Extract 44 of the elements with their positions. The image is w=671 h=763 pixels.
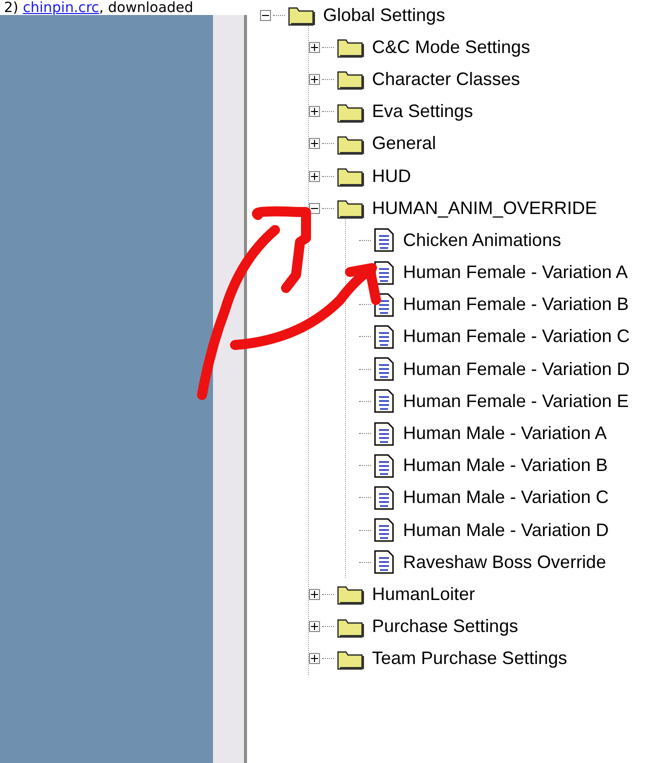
document-icon bbox=[373, 484, 395, 511]
folder-label[interactable]: C&C Mode Settings bbox=[372, 36, 530, 58]
expand-toggle[interactable] bbox=[309, 42, 320, 53]
document-icon bbox=[373, 227, 395, 254]
document-label[interactable]: Human Male - Variation C bbox=[403, 487, 609, 508]
document-icon bbox=[373, 324, 395, 350]
caption-text: , downloaded bbox=[99, 0, 194, 15]
document-label[interactable]: Human Female - Variation B bbox=[403, 294, 629, 316]
folder-label[interactable]: Team Purchase Settings bbox=[372, 648, 568, 670]
folder-label[interactable]: General bbox=[372, 133, 436, 154]
folder-label[interactable]: Character Classes bbox=[372, 68, 520, 90]
document-icon bbox=[373, 549, 395, 576]
document-label[interactable]: Human Male - Variation B bbox=[403, 455, 608, 476]
document-label[interactable]: Raveshaw Boss Override bbox=[403, 552, 606, 573]
document-label[interactable]: Human Female - Variation E bbox=[403, 390, 629, 412]
expand-toggle[interactable] bbox=[309, 170, 320, 182]
document-label[interactable]: Human Female - Variation C bbox=[403, 326, 630, 348]
document-icon bbox=[373, 260, 395, 286]
expand-toggle[interactable] bbox=[309, 74, 320, 85]
expand-toggle[interactable] bbox=[309, 621, 320, 632]
expand-toggle[interactable] bbox=[309, 106, 320, 118]
document-icon bbox=[373, 356, 395, 382]
step-number: 2) bbox=[4, 0, 20, 15]
document-label[interactable]: Human Male - Variation D bbox=[403, 520, 609, 541]
folder-label[interactable]: Eva Settings bbox=[372, 101, 474, 122]
document-label[interactable]: Human Male - Variation A bbox=[403, 423, 607, 444]
document-icon bbox=[373, 388, 395, 414]
expand-toggle[interactable] bbox=[309, 653, 320, 664]
document-label[interactable]: Human Female - Variation A bbox=[403, 262, 628, 284]
document-icon bbox=[373, 420, 395, 447]
folder-label[interactable]: HumanLoiter bbox=[372, 584, 476, 605]
document-icon bbox=[373, 452, 395, 479]
collapse-toggle[interactable] bbox=[260, 10, 271, 21]
document-label[interactable]: Human Female - Variation D bbox=[403, 358, 630, 380]
file-link[interactable]: chinpin.crc bbox=[22, 0, 100, 15]
document-icon bbox=[373, 517, 395, 544]
folder-label[interactable]: Global Settings bbox=[323, 4, 446, 26]
document-label[interactable]: Chicken Animations bbox=[403, 230, 562, 251]
expand-toggle[interactable] bbox=[309, 138, 320, 150]
folder-label[interactable]: Purchase Settings bbox=[372, 616, 518, 638]
folder-label[interactable]: HUD bbox=[372, 166, 411, 187]
collapse-toggle[interactable] bbox=[309, 202, 320, 214]
folder-label[interactable]: HUMAN_ANIM_OVERRIDE bbox=[372, 198, 598, 219]
expand-toggle[interactable] bbox=[309, 588, 320, 600]
